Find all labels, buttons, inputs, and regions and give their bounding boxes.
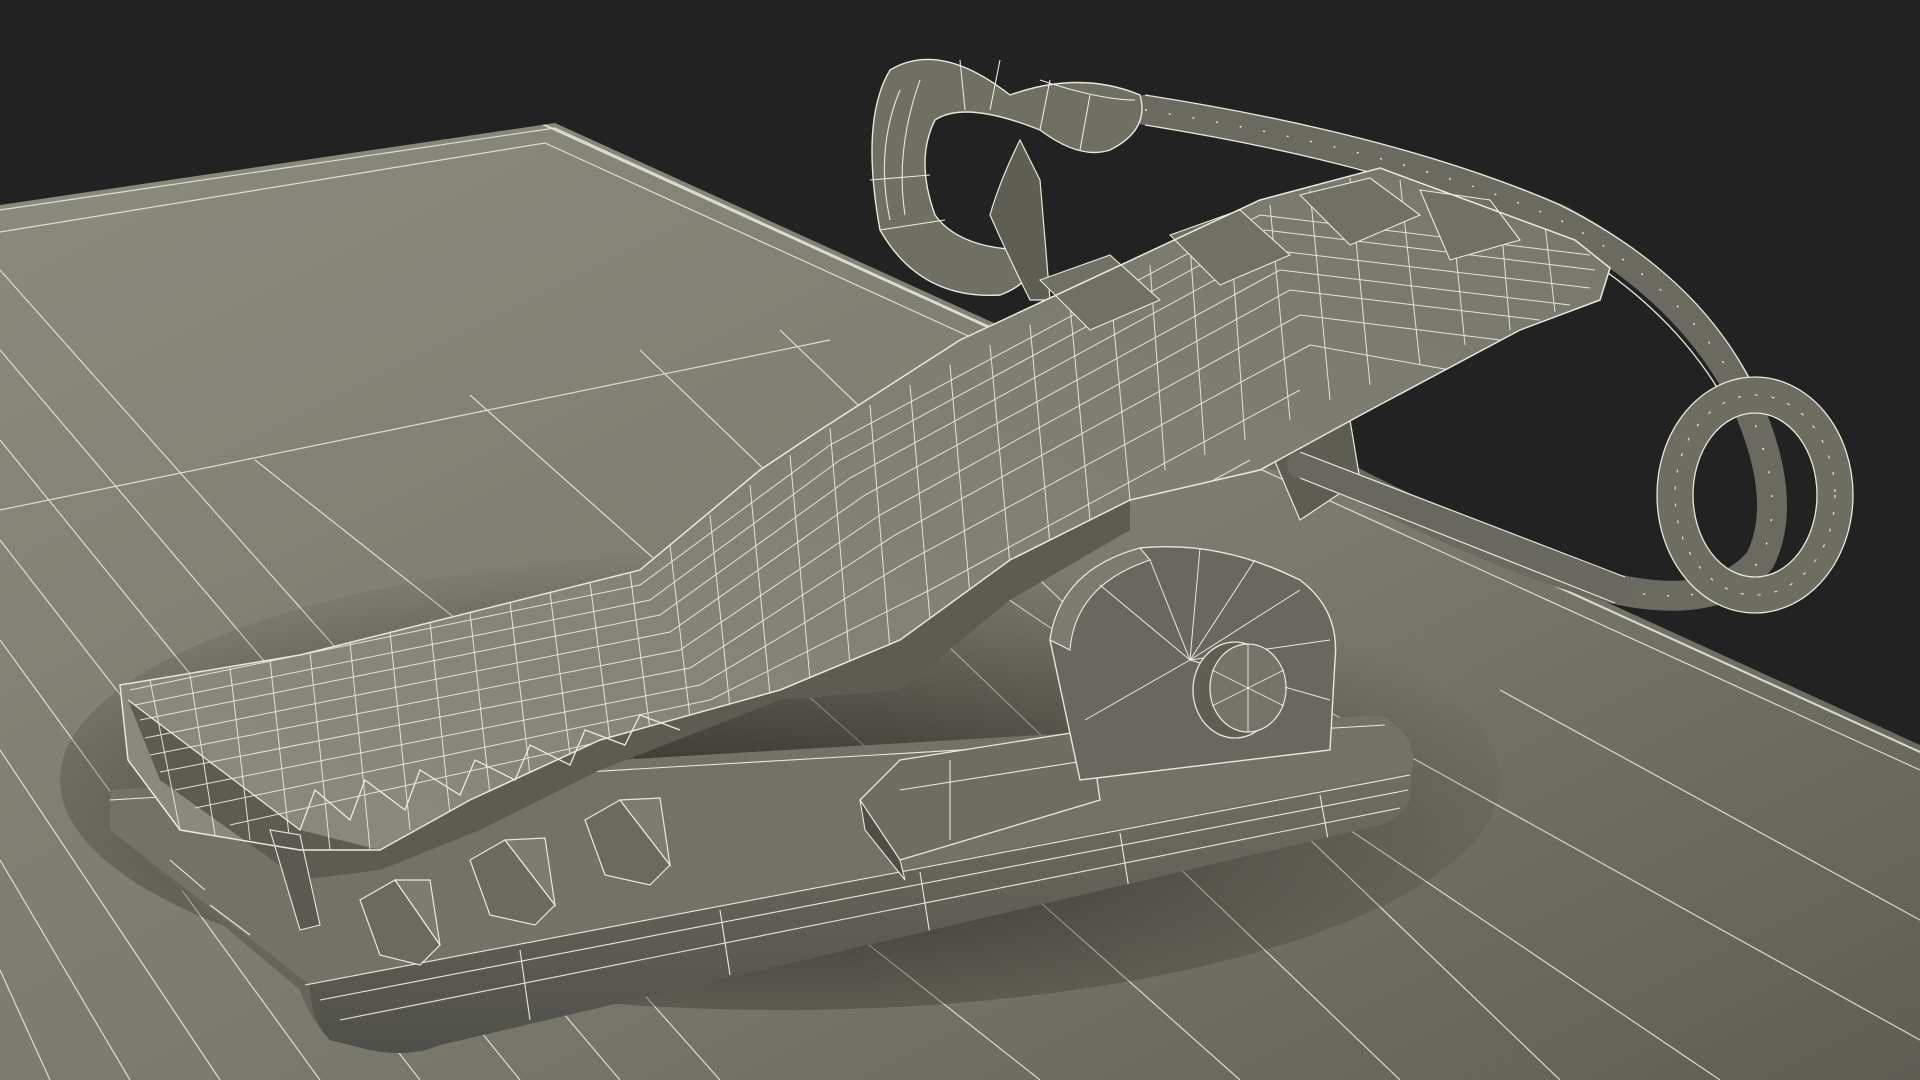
wireframe-render (0, 58, 1920, 1080)
viewport (0, 0, 1920, 1080)
pivot-hinge (1049, 545, 1337, 781)
